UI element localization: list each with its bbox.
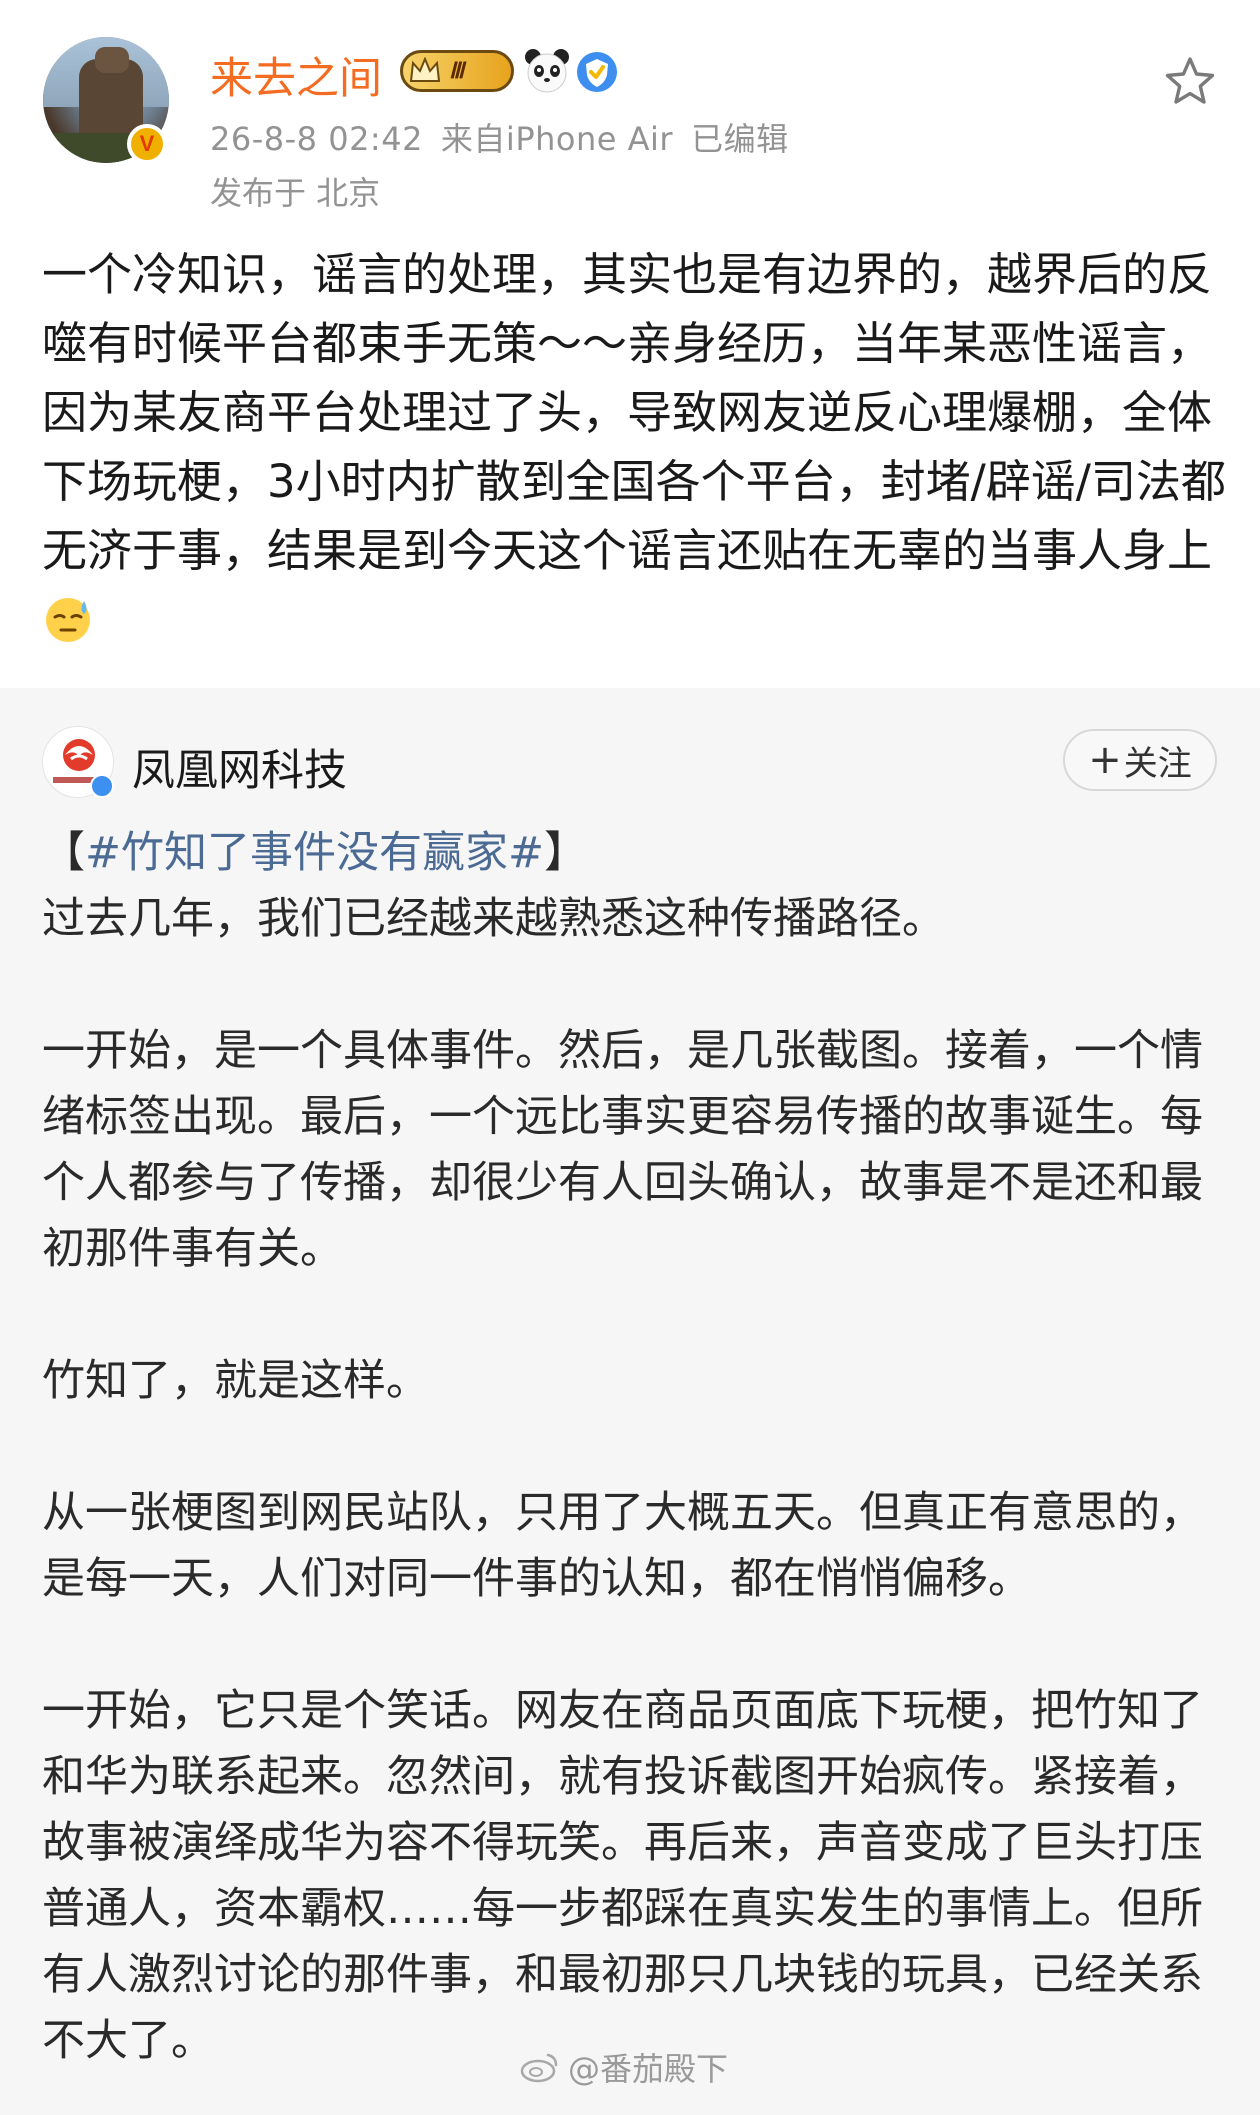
- star-favorite-icon[interactable]: [1162, 54, 1218, 110]
- post-source: 来自iPhone Air: [440, 120, 674, 158]
- membership-badge[interactable]: Ⅲ: [400, 50, 514, 92]
- weibo-post: V 来去之间 Ⅲ 26-8-8 02:42 来自iPhone Air 已编辑 发布于…: [0, 0, 1260, 688]
- plus-icon: +: [1088, 737, 1122, 783]
- hashtag-open: 【: [42, 828, 85, 878]
- repost-text: 【#竹知了事件没有赢家#】过去几年，我们已经越来越熟悉这种传播路径。 一开始，是…: [42, 820, 1227, 2074]
- watermark: @番茄殿下: [520, 2044, 728, 2090]
- source-name[interactable]: 凤凰网科技: [132, 736, 347, 798]
- edited-label[interactable]: 已编辑: [691, 120, 789, 158]
- weibo-logo-icon: [520, 2053, 558, 2083]
- username[interactable]: 来去之间: [210, 44, 382, 106]
- shield-icon[interactable]: [575, 50, 619, 94]
- follow-button[interactable]: + 关注: [1063, 729, 1217, 791]
- post-location: 发布于 北京: [210, 174, 381, 212]
- watermark-text: @番茄殿下: [568, 2050, 729, 2088]
- post-timestamp: 26-8-8 02:42: [210, 120, 423, 158]
- post-meta: 26-8-8 02:42 来自iPhone Air 已编辑: [210, 114, 807, 160]
- hashtag-link[interactable]: #竹知了事件没有赢家#: [85, 828, 544, 878]
- crown-icon: [407, 53, 443, 89]
- source-verified-icon: [90, 774, 114, 798]
- post-body: 一个冷知识，谣言的处理，其实也是有边界的，越界后的反噬有时候平台都束手无策～～亲…: [42, 248, 1226, 577]
- sweat-emoji-icon: [46, 598, 90, 642]
- post-text: 一个冷知识，谣言的处理，其实也是有边界的，越界后的反噬有时候平台都束手无策～～亲…: [42, 240, 1232, 654]
- membership-tier: Ⅲ: [449, 58, 465, 83]
- panda-icon[interactable]: [523, 47, 571, 95]
- verified-v-icon: V: [127, 124, 167, 164]
- follow-label: 关注: [1123, 743, 1192, 784]
- reposted-content[interactable]: 凤凰网科技 + 关注 【#竹知了事件没有赢家#】过去几年，我们已经越来越熟悉这种传…: [0, 688, 1260, 2115]
- repost-body: 过去几年，我们已经越来越熟悉这种传播路径。 一开始，是一个具体事件。然后，是几张…: [42, 894, 1203, 2066]
- hashtag-close: 】: [544, 828, 588, 878]
